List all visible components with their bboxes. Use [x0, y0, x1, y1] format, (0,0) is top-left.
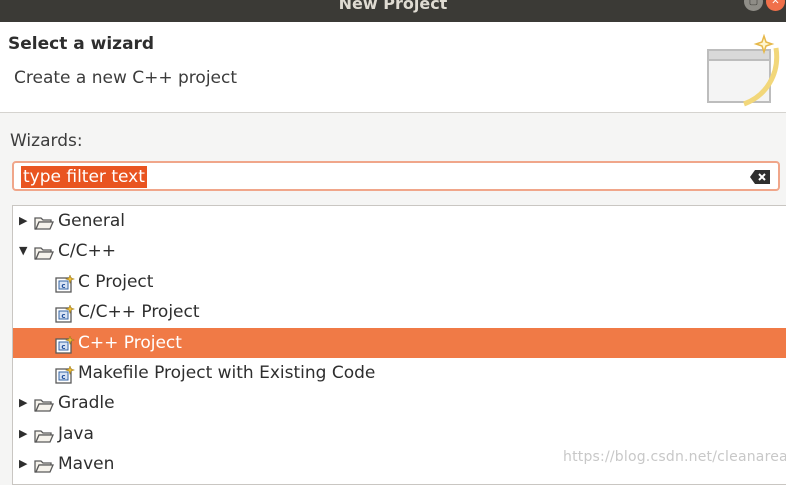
- wizard-page-title: Select a wizard: [8, 34, 155, 54]
- folder-icon: [34, 212, 54, 230]
- tree-item-label: Gradle: [58, 393, 115, 414]
- svg-text:c: c: [61, 282, 65, 290]
- title-bar: New Project ▢ ✕: [0, 0, 786, 22]
- svg-text:c: c: [61, 312, 65, 320]
- filter-placeholder-text: type filter text: [21, 166, 147, 188]
- project-wizard-icon: c: [55, 273, 75, 293]
- expand-arrow-icon[interactable]: ▶: [19, 214, 31, 228]
- folder-icon: [34, 455, 54, 473]
- collapse-arrow-icon[interactable]: ▼: [19, 244, 31, 258]
- tree-item-label: C Project: [78, 271, 154, 292]
- folder-icon: [34, 242, 54, 261]
- watermark-text: https://blog.csdn.net/cleanarea: [563, 449, 786, 465]
- tree-item-label: C/C++: [58, 241, 116, 262]
- project-wizard-icon: c: [55, 334, 75, 354]
- tree-item-label: Java: [58, 423, 94, 444]
- clear-filter-icon[interactable]: [750, 170, 770, 184]
- filter-input[interactable]: type filter text: [12, 161, 780, 191]
- tree-item-c-project[interactable]: c C++ Project: [13, 327, 786, 358]
- folder-icon: [34, 425, 54, 443]
- tree-item-label: Maven: [58, 454, 115, 475]
- tree-item-label: C/C++ Project: [78, 302, 200, 323]
- tree-item-gradle[interactable]: ▶ Gradle: [13, 388, 786, 418]
- tree-item-c-c-project[interactable]: c C/C++ Project: [13, 297, 786, 327]
- svg-text:c: c: [61, 373, 65, 381]
- expand-arrow-icon[interactable]: ▶: [19, 396, 31, 410]
- wizard-header: Select a wizard Create a new C++ project: [0, 22, 786, 113]
- wizards-label: Wizards:: [10, 131, 83, 151]
- tree-item-java[interactable]: ▶ Java: [13, 419, 786, 449]
- project-wizard-icon: c: [55, 303, 75, 323]
- window-title: New Project: [338, 0, 448, 13]
- expand-arrow-icon[interactable]: ▶: [19, 457, 31, 471]
- wizard-tree[interactable]: ▶ General ▼ C/C++ c C Project c C/C++ Project c C…: [12, 205, 786, 485]
- tree-item-makefile-project-with-existing-code[interactable]: c Makefile Project with Existing Code: [13, 358, 786, 388]
- tree-item-c-project[interactable]: c C Project: [13, 267, 786, 297]
- project-wizard-icon: c: [55, 364, 75, 384]
- expand-arrow-icon[interactable]: ▶: [19, 427, 31, 441]
- tree-item-c-c[interactable]: ▼ C/C++: [13, 236, 786, 266]
- wizard-page-description: Create a new C++ project: [14, 68, 238, 88]
- tree-item-label: Makefile Project with Existing Code: [78, 363, 376, 383]
- wizard-banner-icon: [707, 34, 780, 107]
- tree-item-label: General: [58, 211, 125, 231]
- tree-item-label: C++ Project: [78, 332, 182, 353]
- tree-item-general[interactable]: ▶ General: [13, 206, 786, 236]
- svg-text:c: c: [61, 343, 65, 351]
- folder-icon: [34, 394, 54, 413]
